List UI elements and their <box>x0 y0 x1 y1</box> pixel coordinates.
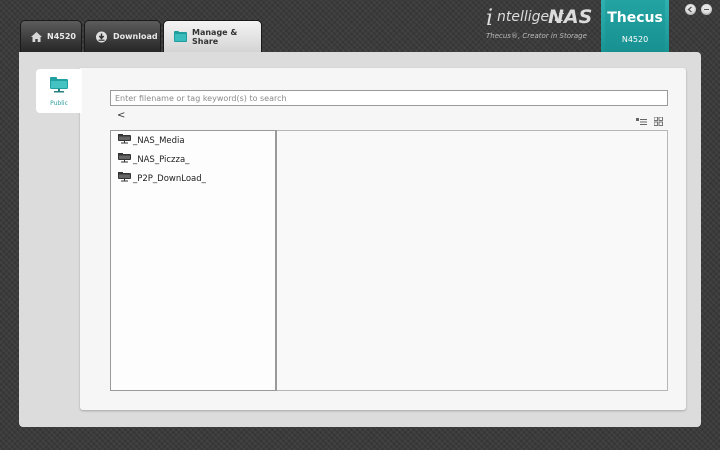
share-folder-icon <box>49 77 69 97</box>
minimize-icon[interactable] <box>701 4 712 15</box>
home-icon <box>31 31 42 42</box>
tab-manage-share[interactable]: Manage & Share <box>163 20 262 52</box>
tab-label: Download <box>113 32 158 41</box>
tab-label: Manage & Share <box>192 27 238 46</box>
brand-logo: Thecus <box>607 10 663 26</box>
tab-label: N4520 <box>47 32 76 41</box>
share-folder-icon <box>118 172 131 185</box>
tab-n4520[interactable]: N4520 <box>20 20 82 52</box>
brand-i: i <box>486 6 494 31</box>
back-icon[interactable] <box>685 4 696 15</box>
sidebar-item-public[interactable]: Public <box>36 69 82 113</box>
brand-nas: NAS <box>548 6 593 28</box>
search-input[interactable] <box>110 90 668 106</box>
brand-model: N4520 <box>621 35 649 44</box>
list-view-icon[interactable] <box>636 111 647 130</box>
share-folder-icon <box>118 153 131 166</box>
tree-item[interactable]: _NAS_Media <box>118 134 185 147</box>
main-tabs: N4520 Download Manage & Share <box>20 20 262 52</box>
tree-item-label: _NAS_Piczza_ <box>133 154 190 165</box>
tree-item-label: _NAS_Media <box>133 135 185 146</box>
grid-view-icon[interactable] <box>653 111 663 130</box>
share-folder-icon <box>118 134 131 147</box>
brand-tagline: Thecus®, Creator in Storage <box>486 32 587 40</box>
folder-tree: _NAS_Media _NAS_Piczza_ _P2P_DownLoad_ <box>110 130 277 391</box>
tree-item-label: _P2P_DownLoad_ <box>133 173 206 184</box>
sidebar-item-label: Public <box>50 100 68 107</box>
tree-item[interactable]: _NAS_Piczza_ <box>118 153 189 166</box>
back-button[interactable]: < <box>117 110 125 121</box>
tab-download[interactable]: Download <box>84 20 161 52</box>
file-content-area[interactable] <box>277 130 668 391</box>
folder-icon <box>174 31 187 42</box>
tree-item[interactable]: _P2P_DownLoad_ <box>118 172 206 185</box>
download-icon <box>95 31 108 43</box>
